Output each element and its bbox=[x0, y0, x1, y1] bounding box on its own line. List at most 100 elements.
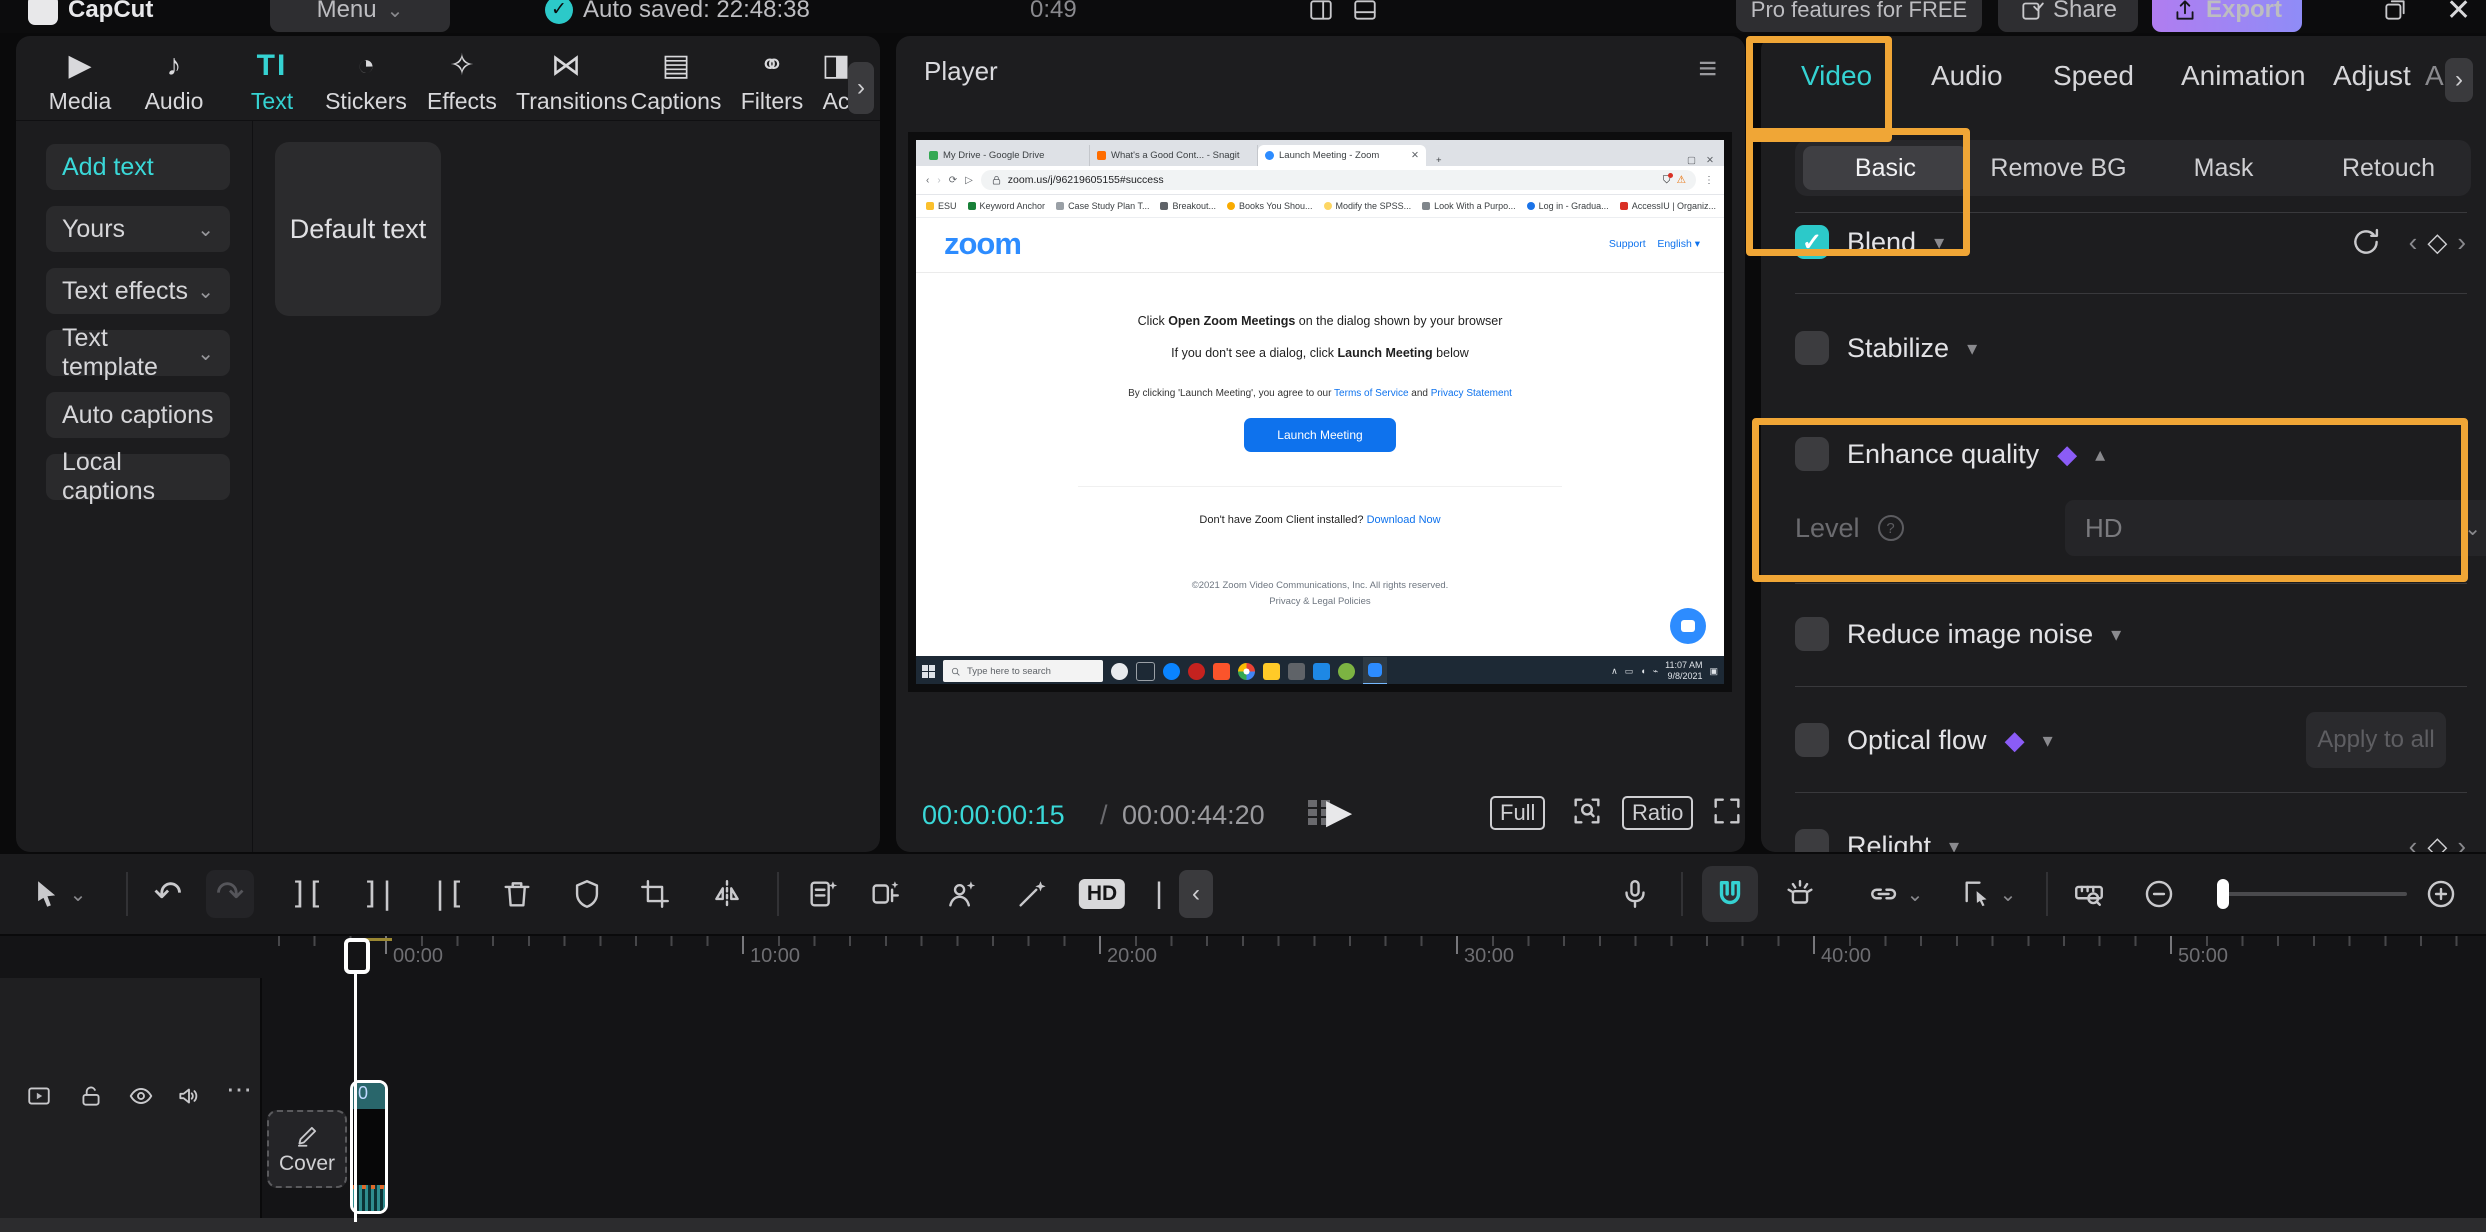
tab-adjust[interactable]: Adjust bbox=[2333, 60, 2411, 92]
subtab-remove-bg[interactable]: Remove BG bbox=[1976, 146, 2141, 190]
preview-axis-icon bbox=[1783, 877, 1817, 911]
snap-toggle-button[interactable] bbox=[1702, 866, 1758, 922]
taskbar-search-box: Type here to search bbox=[943, 660, 1103, 682]
full-preview-button[interactable]: Full bbox=[1490, 796, 1545, 830]
tab-media[interactable]: ▶ Media bbox=[30, 46, 130, 115]
fullscreen-icon[interactable] bbox=[1710, 794, 1744, 828]
layout-bottom-icon[interactable] bbox=[1352, 0, 1378, 32]
focus-zoom-icon[interactable] bbox=[1570, 794, 1604, 828]
select-mode-button[interactable]: ⌄ bbox=[1960, 877, 2017, 911]
duration-counter: 0:49 bbox=[1030, 0, 1077, 32]
task-view-icon bbox=[1136, 662, 1155, 681]
record-voiceover-button[interactable] bbox=[1618, 877, 1652, 911]
lock-track-icon[interactable] bbox=[78, 1083, 104, 1109]
delete-left-button[interactable]: ]| bbox=[362, 877, 394, 912]
crop-button[interactable] bbox=[638, 877, 672, 911]
local-captions-button[interactable]: Local captions bbox=[46, 454, 230, 500]
tab-text[interactable]: TI Text bbox=[222, 46, 322, 115]
close-window-icon[interactable]: ✕ bbox=[2446, 0, 2471, 32]
tabs-overflow-chevron[interactable]: › bbox=[848, 62, 874, 114]
zoom-slider-handle[interactable] bbox=[2217, 879, 2229, 909]
share-button[interactable]: Share bbox=[1998, 0, 2138, 32]
track-volume-icon[interactable] bbox=[176, 1083, 202, 1109]
chevron-down-icon[interactable]: ▾ bbox=[2043, 728, 2053, 753]
app-icon bbox=[1338, 663, 1355, 680]
collapse-player-button[interactable]: ‹ bbox=[1179, 870, 1213, 918]
select-tool-button[interactable]: ⌄ bbox=[30, 877, 87, 911]
reduce-noise-checkbox[interactable] bbox=[1795, 617, 1829, 651]
track-type-icon bbox=[26, 1083, 52, 1109]
tab-audio[interactable]: ♪ Audio bbox=[124, 46, 224, 115]
tab-transitions[interactable]: ⋈ Transitions bbox=[516, 46, 616, 115]
auto-captions-button[interactable]: Auto captions bbox=[46, 392, 230, 438]
ai-portrait-button[interactable] bbox=[944, 877, 978, 911]
tab-captions[interactable]: ▤ Captions bbox=[626, 46, 726, 115]
mirror-flip-button[interactable] bbox=[710, 877, 744, 911]
timeline-ruler[interactable]: 00:00 10:00 20:00 30:00 40:00 50:00 bbox=[260, 936, 2486, 978]
chevron-down-icon[interactable]: ▾ bbox=[2111, 622, 2121, 647]
inspector-tabs-chevron[interactable]: › bbox=[2445, 58, 2473, 102]
link-clips-button[interactable]: ⌄ bbox=[1867, 877, 1924, 911]
redo-button[interactable]: ↷ bbox=[206, 870, 254, 918]
timeline-scrollbar-strip[interactable] bbox=[0, 1218, 2486, 1232]
ai-script-button[interactable] bbox=[806, 877, 840, 911]
split-button[interactable]: ][ bbox=[290, 877, 322, 912]
video-preview-canvas[interactable]: My Drive - Google Drive What's a Good Co… bbox=[908, 132, 1732, 692]
timeline-scale-button[interactable] bbox=[2072, 877, 2106, 911]
export-button[interactable]: Export bbox=[2152, 0, 2302, 32]
track-header: ⋯ bbox=[0, 978, 262, 1218]
add-text-button[interactable]: Add text bbox=[46, 144, 230, 190]
playhead-handle[interactable] bbox=[344, 938, 370, 974]
timeline-zoom-slider[interactable] bbox=[2217, 892, 2407, 896]
popout-window-icon[interactable] bbox=[2382, 0, 2408, 32]
app-top-bar: CapCut Menu⌄ ✓ Auto saved: 22:48:38 0:49… bbox=[0, 0, 2486, 33]
track-more-icon[interactable]: ⋯ bbox=[226, 1074, 252, 1105]
tab-effects[interactable]: ✧ Effects bbox=[412, 46, 512, 115]
tab-stickers[interactable]: ◔ Stickers bbox=[316, 46, 416, 115]
delete-right-button[interactable]: |[ bbox=[431, 877, 463, 912]
zoom-instruction-line2: If you don't see a dialog, click Launch … bbox=[916, 346, 1724, 360]
keyframe-controls[interactable]: ‹◇› bbox=[2409, 831, 2466, 853]
menu-button[interactable]: Menu⌄ bbox=[270, 0, 450, 32]
delete-button[interactable] bbox=[500, 877, 534, 911]
undo-button[interactable]: ↶ bbox=[154, 874, 183, 914]
zoom-out-button[interactable] bbox=[2142, 877, 2176, 911]
text-effects-button[interactable]: Text effects⌄ bbox=[46, 268, 230, 314]
subtab-mask[interactable]: Mask bbox=[2141, 146, 2306, 190]
reset-icon[interactable] bbox=[2349, 225, 2383, 259]
ruler-zoom-icon bbox=[2072, 877, 2106, 911]
chevron-down-icon: ⌄ bbox=[197, 279, 214, 304]
toggle-visibility-icon[interactable] bbox=[128, 1083, 154, 1109]
preview-axis-button[interactable] bbox=[1783, 877, 1817, 911]
playhead-line[interactable] bbox=[354, 938, 357, 1222]
person-sparkle-icon bbox=[944, 877, 978, 911]
relight-checkbox[interactable] bbox=[1795, 829, 1829, 852]
zoom-in-button[interactable] bbox=[2424, 877, 2458, 911]
divider-glyph: | bbox=[1155, 877, 1163, 911]
hd-proxy-button[interactable]: HD bbox=[1079, 879, 1125, 909]
tab-speed[interactable]: Speed bbox=[2053, 60, 2134, 92]
stabilize-checkbox[interactable] bbox=[1795, 331, 1829, 365]
ai-magic-button[interactable] bbox=[1015, 877, 1049, 911]
play-button[interactable]: ▶ bbox=[1326, 792, 1352, 832]
tab-animation[interactable]: Animation bbox=[2181, 60, 2306, 92]
player-menu-icon[interactable]: ≡ bbox=[1698, 50, 1717, 87]
chevron-down-icon[interactable]: ▾ bbox=[1967, 336, 1977, 361]
tab-audio-settings[interactable]: Audio bbox=[1931, 60, 2003, 92]
keyframe-controls[interactable]: ‹◇› bbox=[2409, 227, 2466, 258]
subtab-retouch[interactable]: Retouch bbox=[2306, 146, 2471, 190]
text-template-button[interactable]: Text template⌄ bbox=[46, 330, 230, 376]
layout-left-icon[interactable] bbox=[1308, 0, 1334, 32]
default-text-card[interactable]: Default text bbox=[275, 142, 441, 316]
pro-features-button[interactable]: Pro features for FREE bbox=[1736, 0, 1982, 32]
tab-clipped[interactable]: A bbox=[2425, 60, 2444, 92]
cover-button[interactable]: Cover bbox=[267, 1110, 347, 1188]
apply-to-all-button[interactable]: Apply to all bbox=[2306, 712, 2446, 768]
chevron-down-icon[interactable]: ▾ bbox=[1949, 834, 1959, 853]
ai-audio-button[interactable] bbox=[868, 877, 902, 911]
mute-clip-button[interactable] bbox=[570, 877, 604, 911]
yours-section-button[interactable]: Yours⌄ bbox=[46, 206, 230, 252]
optical-flow-checkbox[interactable] bbox=[1795, 723, 1829, 757]
app-icon bbox=[1288, 663, 1305, 680]
ratio-button[interactable]: Ratio bbox=[1622, 796, 1693, 830]
